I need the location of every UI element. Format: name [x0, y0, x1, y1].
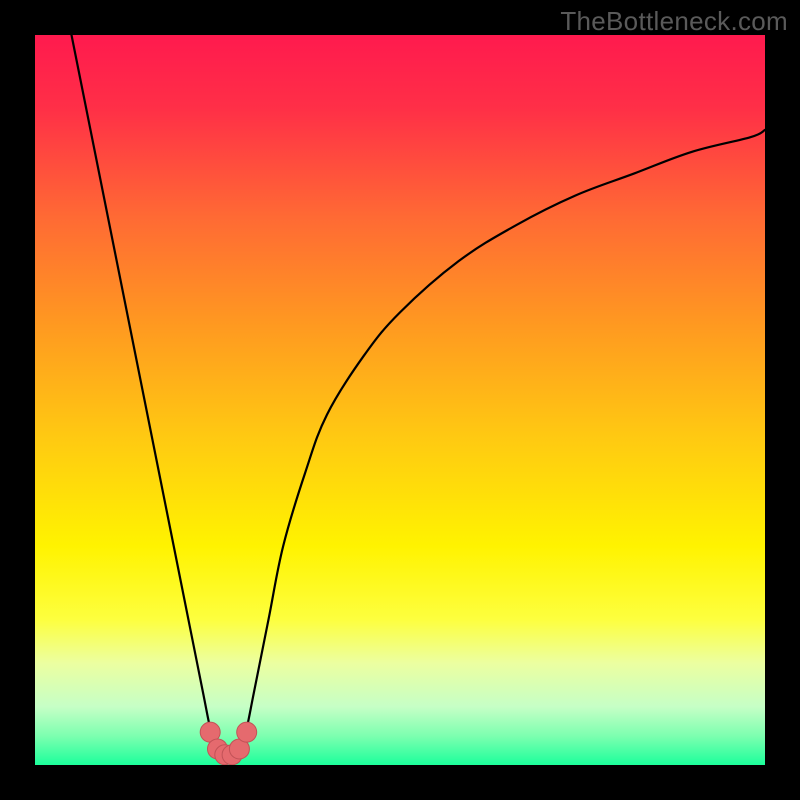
watermark-text: TheBottleneck.com: [560, 6, 788, 37]
outer-frame: TheBottleneck.com: [0, 0, 800, 800]
trough-marker-5: [237, 722, 257, 742]
chart-svg: [35, 35, 765, 765]
plot-area: [35, 35, 765, 765]
